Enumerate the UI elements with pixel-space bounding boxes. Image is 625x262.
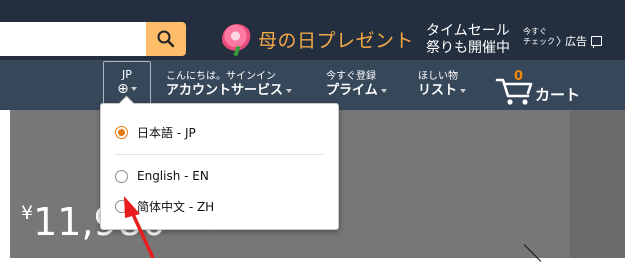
mothers-day-promo-link[interactable]: 母の日プレゼント — [222, 24, 414, 54]
language-dropdown: 日本語 - JP English - EN 简体中文 - ZH — [100, 95, 339, 230]
cart-count: 0 — [514, 69, 524, 84]
wishlist-line-1: ほしい物 — [418, 71, 458, 82]
ad-feedback[interactable]: 広告 — [565, 33, 602, 49]
radio-icon[interactable] — [115, 200, 128, 213]
language-option-ja[interactable]: 日本語 - JP — [115, 124, 196, 141]
check-now-line-2: チェック — [523, 37, 555, 46]
ad-label: 広告 — [565, 35, 587, 48]
language-option-label: 日本語 - JP — [137, 126, 196, 140]
side-panel-overlay — [570, 110, 625, 258]
cart-label: カート — [535, 86, 581, 104]
search-input[interactable] — [0, 22, 146, 56]
search-button[interactable] — [146, 22, 186, 56]
dropdown-divider — [115, 154, 323, 155]
caret-down-icon — [286, 88, 293, 93]
caret-down-icon — [380, 88, 387, 93]
sale-line-1: タイムセール — [426, 23, 510, 39]
language-option-label: 简体中文 - ZH — [137, 200, 215, 214]
account-greeting: こんにちは。サインイン — [166, 71, 276, 82]
prime-label: プライム — [326, 83, 378, 98]
cart-button[interactable]: 0 カート — [495, 69, 587, 106]
language-option-en[interactable]: English - EN — [115, 169, 209, 183]
language-option-zh[interactable]: 简体中文 - ZH — [115, 198, 214, 215]
caret-down-icon — [460, 88, 467, 93]
carnation-icon — [222, 24, 252, 54]
wishlist-label: リスト — [418, 83, 458, 98]
language-code: JP — [122, 68, 132, 81]
prime-signup-text: 今すぐ登録 — [326, 71, 376, 82]
message-icon — [591, 36, 602, 48]
language-option-label: English - EN — [137, 169, 209, 183]
check-now-line-1: 今すぐ — [523, 27, 547, 36]
radio-selected-icon[interactable] — [115, 126, 128, 139]
prime-menu[interactable]: 今すぐ登録 プライム — [326, 71, 387, 99]
caret-down-icon — [130, 87, 137, 91]
wishlist-menu[interactable]: ほしい物 リスト — [418, 71, 467, 99]
sale-line-2: 祭りも開催中 — [426, 40, 510, 56]
globe-icon: ⊕ — [117, 81, 129, 97]
account-label: アカウントサービス — [166, 83, 284, 98]
account-menu[interactable]: こんにちは。サインイン アカウントサービス — [166, 71, 293, 99]
check-now-link[interactable]: 今すぐ チェック — [523, 27, 555, 47]
promo-text: 母の日プレゼント — [258, 29, 415, 52]
price-currency: ¥ — [21, 202, 34, 224]
radio-icon[interactable] — [115, 169, 128, 183]
search-icon — [157, 30, 175, 48]
time-sale-link[interactable]: タイムセール 祭りも開催中 — [426, 23, 510, 57]
